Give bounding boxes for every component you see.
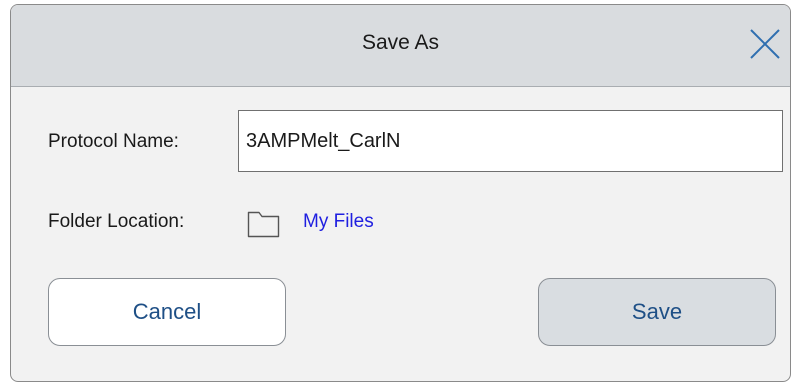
save-button[interactable]: Save xyxy=(538,278,776,346)
folder-location-label: Folder Location: xyxy=(48,211,185,232)
folder-icon[interactable] xyxy=(247,208,280,238)
protocol-name-input[interactable] xyxy=(238,110,783,172)
dialog-titlebar: Save As xyxy=(11,5,790,87)
close-icon[interactable] xyxy=(748,27,782,61)
save-as-dialog: Save As Protocol Name: Folder Location: … xyxy=(10,4,791,382)
folder-location-link[interactable]: My Files xyxy=(303,211,374,233)
cancel-button[interactable]: Cancel xyxy=(48,278,286,346)
protocol-name-label: Protocol Name: xyxy=(48,131,179,152)
dialog-title: Save As xyxy=(361,31,440,54)
